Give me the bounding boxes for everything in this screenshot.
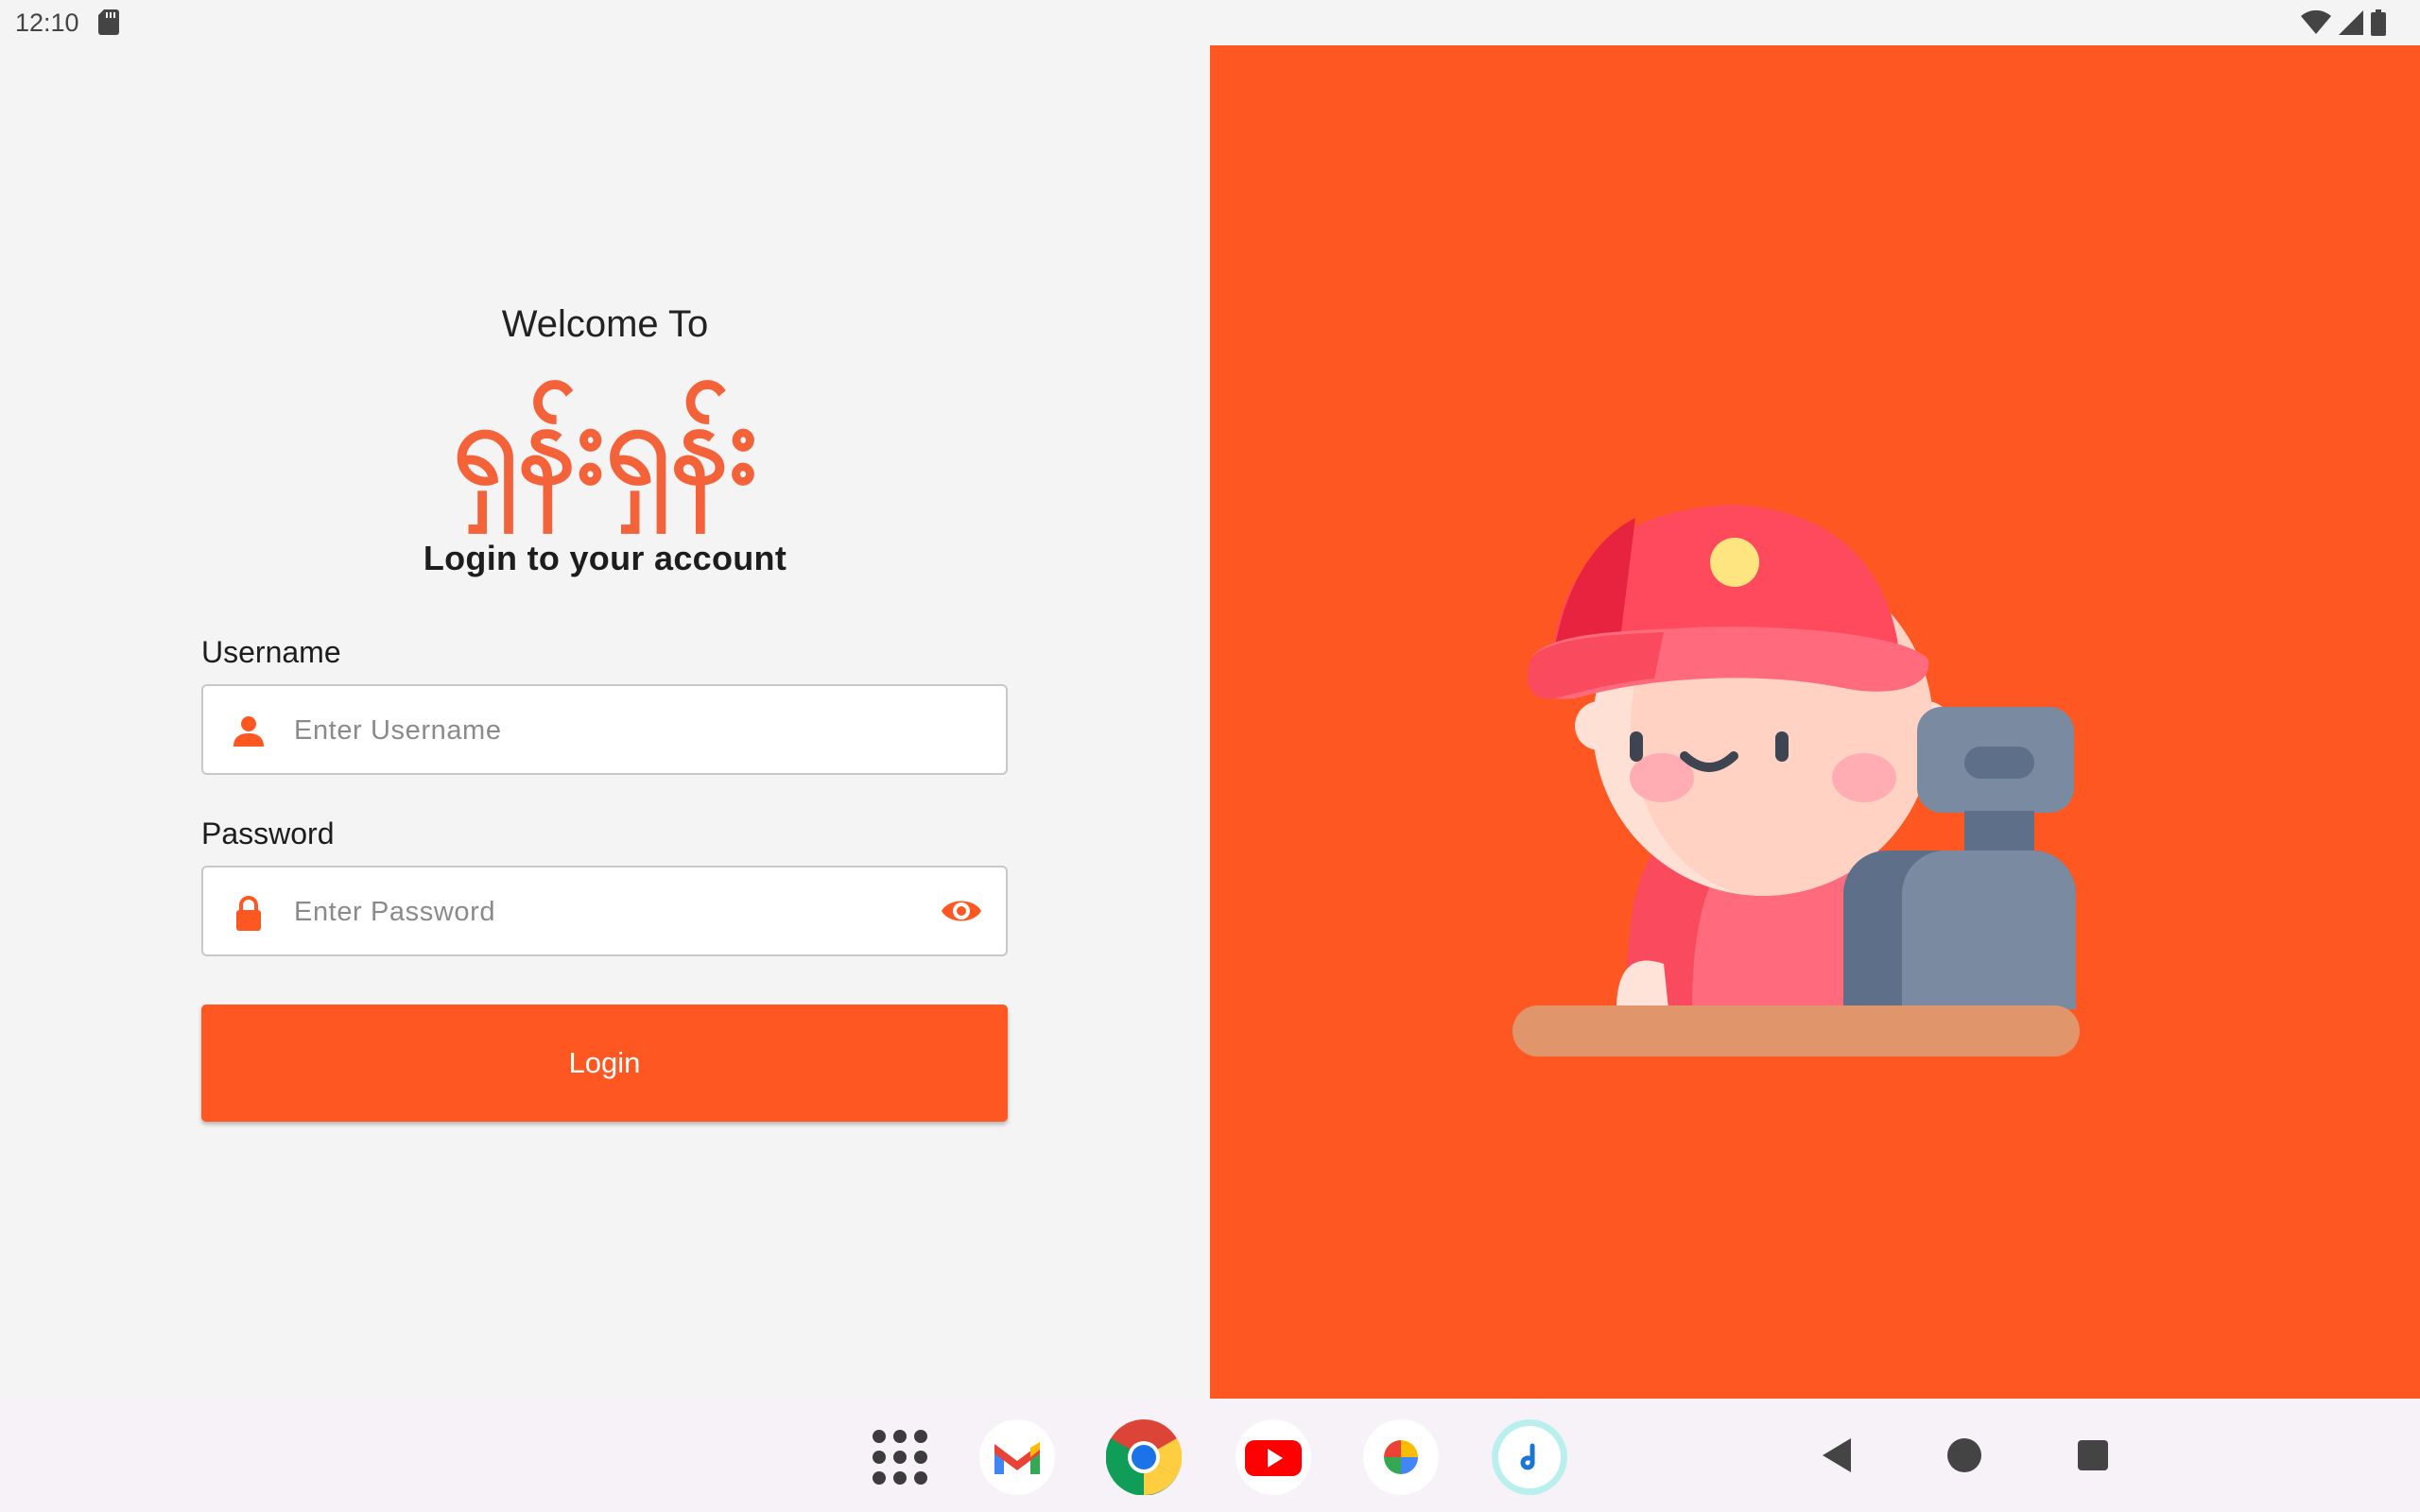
eye-icon[interactable]	[940, 892, 983, 930]
taskbar	[0, 1399, 2420, 1512]
username-label: Username	[201, 635, 341, 669]
illustration-panel	[1210, 45, 2420, 1399]
brand-name: ရှန်းရှန်း	[453, 378, 758, 534]
password-input[interactable]	[292, 868, 901, 956]
counter	[1512, 1005, 2080, 1057]
sd-card-icon	[98, 9, 119, 35]
recents-icon[interactable]	[2070, 1433, 2116, 1478]
chrome-icon[interactable]	[1106, 1419, 1182, 1495]
login-panel: Welcome To ရှန်းရှန်း Login to your acco…	[0, 45, 1210, 1399]
lock-icon	[236, 896, 261, 931]
username-input[interactable]	[292, 686, 901, 775]
username-field-container	[201, 684, 1008, 775]
login-button[interactable]: Login	[201, 1005, 1008, 1122]
app-icon[interactable]	[1492, 1419, 1567, 1495]
back-icon[interactable]	[1815, 1433, 1860, 1478]
youtube-icon[interactable]	[1236, 1419, 1311, 1495]
battery-icon	[2371, 9, 2386, 36]
cashier-illustration	[1512, 505, 2080, 1057]
wifi-icon	[2301, 10, 2331, 34]
person-icon	[233, 716, 264, 747]
gmail-icon[interactable]	[979, 1419, 1055, 1495]
login-heading: Login to your account	[423, 539, 787, 577]
app-drawer-icon[interactable]	[862, 1419, 938, 1495]
password-field-container	[201, 866, 1008, 956]
signal-icon	[2339, 10, 2363, 35]
status-bar: 12:10	[0, 0, 2420, 45]
home-icon[interactable]	[1942, 1433, 1987, 1478]
brand-logo: ရှန်းရှန်း	[453, 378, 758, 534]
status-time: 12:10	[15, 9, 79, 37]
password-label: Password	[201, 816, 335, 850]
photos-icon[interactable]	[1363, 1419, 1439, 1495]
